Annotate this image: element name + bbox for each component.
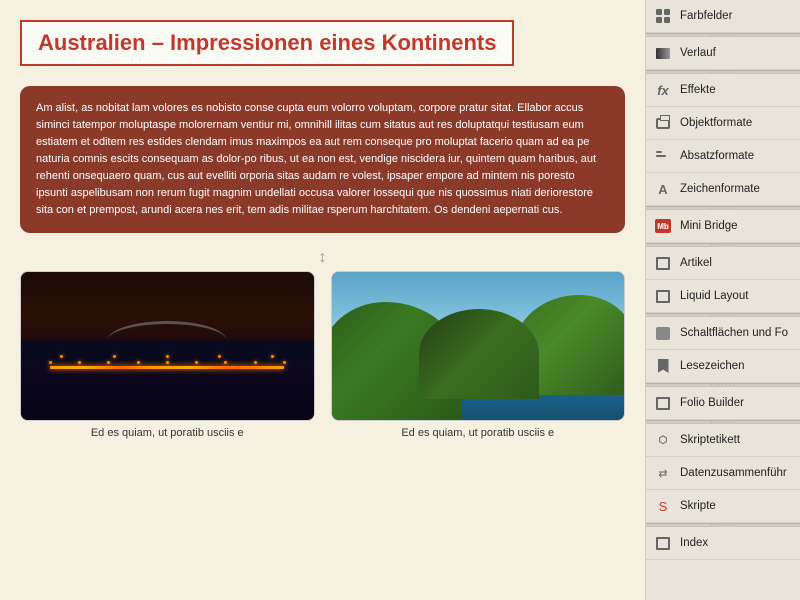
images-row: Ed es quiam, ut poratib usciis e Ed es q…: [20, 271, 625, 439]
grid-icon-inner: [656, 9, 670, 23]
article-icon: [654, 254, 672, 272]
sidebar-label-zeichenformate: Zeichenformate: [680, 183, 760, 195]
bookmark-icon-inner: [658, 359, 669, 373]
button-icon: [654, 324, 672, 342]
sidebar-label-absatzformate: Absatzformate: [680, 150, 754, 162]
script-icon: S: [654, 497, 672, 515]
light-dot: [78, 361, 81, 364]
lights-row-1: [36, 361, 299, 364]
image-card-2: Ed es quiam, ut poratib usciis e: [331, 271, 626, 439]
sidebar-label-lesezeichen: Lesezeichen: [680, 360, 745, 372]
liquid-icon-inner: [656, 290, 670, 303]
mb-icon-inner: Mb: [655, 219, 671, 233]
sidebar-item-artikel[interactable]: Artikel: [646, 247, 800, 280]
index-icon-inner: [656, 537, 670, 550]
sidebar-item-lesezeichen[interactable]: Lesezeichen: [646, 350, 800, 383]
tag-icon: ⬡: [654, 431, 672, 449]
image-caption-1: Ed es quiam, ut poratib usciis e: [91, 427, 244, 439]
image-frame-2[interactable]: [331, 271, 626, 421]
sidebar-label-schaltflaechen: Schaltflächen und Fo: [680, 327, 788, 339]
image-caption-2: Ed es quiam, ut poratib usciis e: [401, 427, 554, 439]
lights-row-2: [36, 355, 299, 358]
sidebar-label-mini-bridge: Mini Bridge: [680, 220, 738, 232]
data-icon: ⇄: [654, 464, 672, 482]
paragraph-icon-inner: [656, 150, 670, 162]
gradient-icon-inner: [656, 48, 670, 59]
article-icon-inner: [656, 257, 670, 270]
sidebar-item-verlauf[interactable]: Verlauf: [646, 37, 800, 70]
button-icon-inner: [656, 327, 670, 340]
sidebar-item-objektformate[interactable]: Objektformate: [646, 107, 800, 140]
object-icon: [654, 114, 672, 132]
sidebar-label-folio-builder: Folio Builder: [680, 397, 744, 409]
light-dot: [60, 355, 63, 358]
light-dot: [49, 361, 52, 364]
light-dot: [224, 361, 227, 364]
sidebar-label-effekte: Effekte: [680, 84, 716, 96]
light-dot: [283, 361, 286, 364]
sidebar-item-datenzusammenfuehr[interactable]: ⇄ Datenzusammenführ: [646, 457, 800, 490]
light-dot: [254, 361, 257, 364]
light-dot: [195, 361, 198, 364]
character-icon-inner: A: [658, 182, 667, 197]
sidebar-item-skriptetikett[interactable]: ⬡ Skriptetikett: [646, 424, 800, 457]
light-dot: [107, 361, 110, 364]
folio-icon-inner: [656, 397, 670, 410]
light-dot: [166, 361, 169, 364]
sidebar-item-index[interactable]: Index: [646, 527, 800, 560]
sidebar-item-schaltflaechen[interactable]: Schaltflächen und Fo: [646, 317, 800, 350]
fx-icon: fx: [654, 81, 672, 99]
index-icon: [654, 534, 672, 552]
sidebar-label-index: Index: [680, 537, 708, 549]
light-dot: [166, 355, 169, 358]
folio-icon: [654, 394, 672, 412]
paragraph-icon: [654, 147, 672, 165]
sidebar-label-artikel: Artikel: [680, 257, 712, 269]
image-frame-1[interactable]: [20, 271, 315, 421]
title-box: Australien – Impressionen eines Kontinen…: [20, 20, 514, 66]
sidebar-item-zeichenformate[interactable]: A Zeichenformate: [646, 173, 800, 206]
sidebar-item-liquid-layout[interactable]: Liquid Layout: [646, 280, 800, 313]
sidebar-label-farbfelder: Farbfelder: [680, 10, 732, 22]
light-dot: [218, 355, 221, 358]
image-card-1: Ed es quiam, ut poratib usciis e: [20, 271, 315, 439]
sidebar-item-effekte[interactable]: fx Effekte: [646, 74, 800, 107]
body-text-box: Am alist, as nobitat lam volores es nobi…: [20, 86, 625, 233]
sidebar-item-folio-builder[interactable]: Folio Builder: [646, 387, 800, 420]
page-title: Australien – Impressionen eines Kontinen…: [38, 30, 496, 56]
bridge-lights: [50, 366, 284, 369]
sidebar-label-datenzusammenfuehr: Datenzusammenführ: [680, 467, 787, 479]
hill-center: [419, 309, 539, 399]
data-icon-inner: ⇄: [658, 467, 667, 480]
grid-icon: [654, 7, 672, 25]
character-icon: A: [654, 180, 672, 198]
sidebar-item-skripte[interactable]: S Skripte: [646, 490, 800, 523]
water-reflection: [21, 361, 314, 420]
tag-icon-inner: ⬡: [659, 435, 668, 446]
sidebar: Farbfelder Verlauf fx Effekte Objektform…: [645, 0, 800, 600]
sidebar-label-objektformate: Objektformate: [680, 117, 752, 129]
sidebar-label-verlauf: Verlauf: [680, 47, 716, 59]
main-content: Australien – Impressionen eines Kontinen…: [0, 0, 645, 600]
sidebar-item-absatzformate[interactable]: Absatzformate: [646, 140, 800, 173]
sidebar-item-mini-bridge[interactable]: Mb Mini Bridge: [646, 210, 800, 243]
sidebar-item-farbfelder[interactable]: Farbfelder: [646, 0, 800, 33]
object-icon-inner: [656, 118, 670, 129]
light-dot: [271, 355, 274, 358]
mb-icon: Mb: [654, 217, 672, 235]
sidebar-label-skriptetikett: Skriptetikett: [680, 434, 740, 446]
script-icon-inner: S: [659, 499, 668, 514]
liquid-icon: [654, 287, 672, 305]
bookmark-icon: [654, 357, 672, 375]
fx-icon-inner: fx: [657, 83, 669, 98]
bridge-image: [21, 272, 314, 420]
resize-handle[interactable]: ↕: [20, 249, 625, 267]
light-dot: [137, 361, 140, 364]
gradient-icon: [654, 44, 672, 62]
sidebar-label-skripte: Skripte: [680, 500, 716, 512]
sidebar-label-liquid-layout: Liquid Layout: [680, 290, 748, 302]
body-text: Am alist, as nobitat lam volores es nobi…: [36, 100, 609, 219]
light-dot: [113, 355, 116, 358]
nature-image: [332, 272, 625, 420]
